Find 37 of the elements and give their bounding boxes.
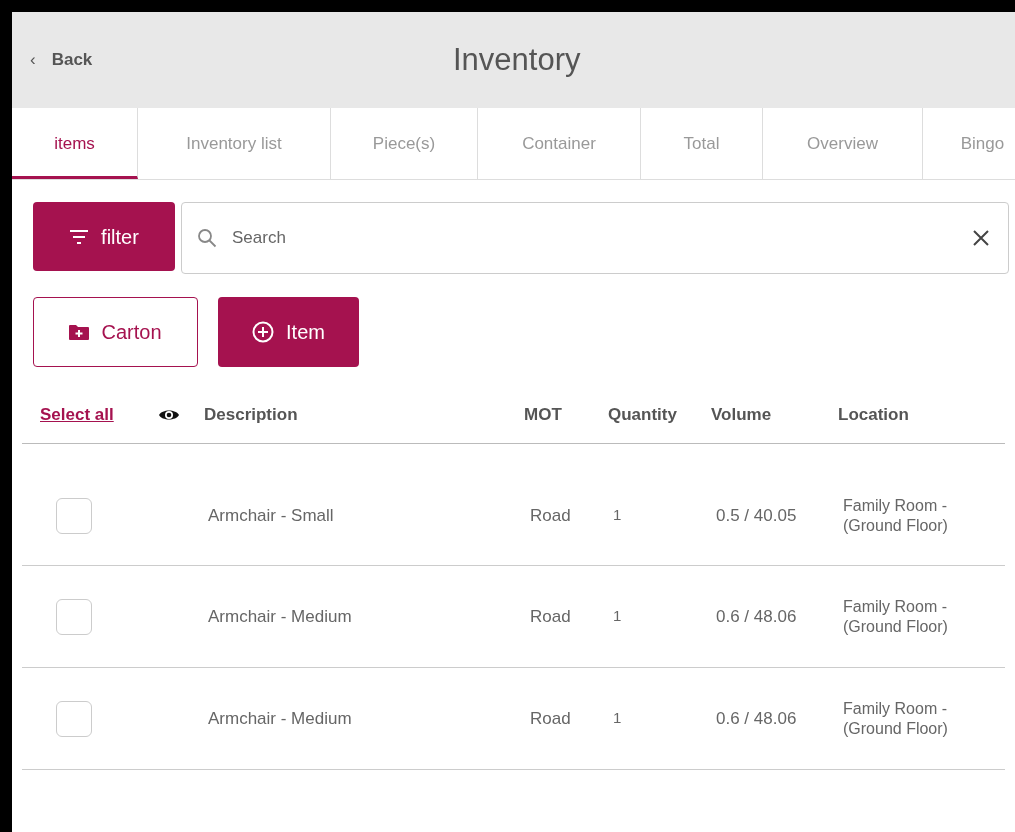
column-header: MOT [524, 404, 563, 427]
table-cell-text: Family Room - (Ground Floor) [843, 596, 949, 637]
table-cell-text: Road [530, 707, 572, 730]
table-cell-text: 0.6 / 48.06 [716, 707, 798, 730]
table-cell-text: Road [530, 605, 572, 628]
column-header: Quantity [608, 404, 678, 427]
checkbox[interactable] [56, 598, 92, 635]
table-cell-text: Armchair - Small [208, 504, 335, 527]
checkbox[interactable] [56, 700, 92, 737]
search-field[interactable]: Search [181, 202, 1009, 274]
table-cell-text: Family Room - (Ground Floor) [843, 698, 949, 739]
table-cell-text: Armchair - Medium [208, 707, 353, 730]
column-header: Location [838, 404, 910, 427]
plus-circle-icon [252, 321, 275, 343]
table-cell-text: Family Room - (Ground Floor) [843, 495, 949, 536]
page-title: Inventory [453, 40, 581, 79]
checkbox[interactable] [56, 497, 92, 534]
table-cell-text: 1 [613, 606, 623, 627]
carton-button[interactable]: Carton [33, 297, 198, 367]
item-button[interactable]: Item [218, 297, 359, 367]
table-cell-text: 1 [613, 708, 623, 729]
tab[interactable]: items [12, 108, 138, 179]
back-link[interactable]: ‹ Back [12, 47, 93, 73]
column-header: Volume [711, 404, 773, 427]
eye-icon[interactable] [158, 408, 180, 422]
table-cell-text: 0.6 / 48.06 [716, 605, 798, 628]
select-all-link[interactable]: Select all [40, 402, 128, 428]
table-cell-text: 0.5 / 40.05 [716, 504, 798, 527]
table-cell-text: 1 [613, 505, 623, 526]
folder-plus-icon [69, 324, 90, 340]
close-icon[interactable] [973, 230, 989, 246]
search-icon [197, 228, 217, 248]
filter-icon [69, 229, 90, 244]
table-cell-text: Armchair - Medium [208, 605, 353, 628]
filter-button[interactable]: filter [33, 202, 175, 271]
column-header: Description [204, 404, 299, 427]
table-cell-text: Road [530, 504, 572, 527]
